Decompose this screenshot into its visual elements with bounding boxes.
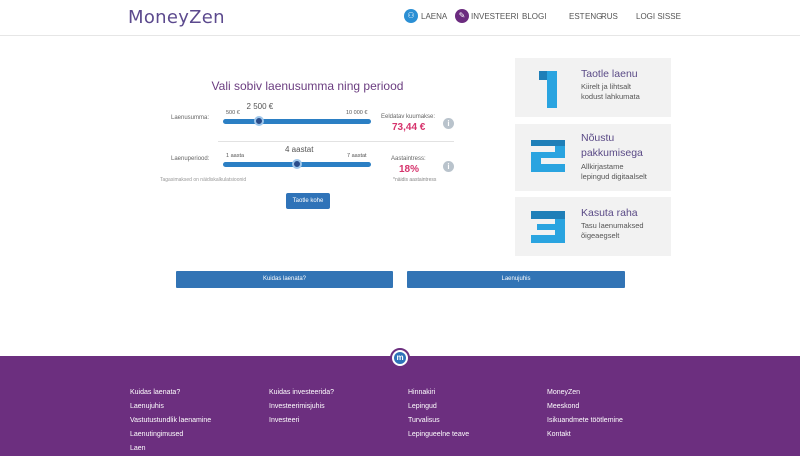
apply-button[interactable]: Taotle kohe bbox=[286, 193, 330, 209]
footer bbox=[0, 356, 800, 456]
period-max: 7 aastat bbox=[347, 153, 367, 159]
footer-link-col4-3[interactable]: Kontakt bbox=[547, 431, 571, 438]
amount-min: 500 € bbox=[226, 110, 240, 116]
chart-icon[interactable]: ✎ bbox=[455, 9, 469, 23]
footer-link-col4-2[interactable]: Isikuandmete töötlemine bbox=[547, 417, 623, 424]
number-1-icon bbox=[539, 71, 557, 108]
loan-guide-button[interactable]: Laenujuhis bbox=[407, 271, 625, 288]
step-2-title: Nõustu bbox=[581, 132, 615, 144]
footer-link-col3-2[interactable]: Turvalisus bbox=[408, 417, 440, 424]
footer-link-col3-0[interactable]: Hinnakiri bbox=[408, 389, 435, 396]
footer-link-col1-4[interactable]: Laen bbox=[130, 445, 146, 452]
step-card-1: Taotle laenu Kiirelt ja lihtsalt kodust … bbox=[515, 58, 671, 117]
calculator-title: Vali sobiv laenusumma ning periood bbox=[211, 79, 404, 93]
step-1-desc-2: kodust lahkumata bbox=[581, 92, 640, 101]
amount-max: 10 000 € bbox=[346, 110, 368, 116]
monthly-label: Eeldatav kuumakse: bbox=[381, 114, 436, 120]
monthly-value: 73,44 € bbox=[392, 122, 426, 133]
footer-link-col3-1[interactable]: Lepingud bbox=[408, 403, 437, 410]
footer-link-col4-1[interactable]: Meeskond bbox=[547, 403, 579, 410]
footer-link-col1-0[interactable]: Kuidas laenata? bbox=[130, 389, 180, 396]
amount-slider-handle[interactable] bbox=[253, 116, 264, 126]
step-3-title: Kasuta raha bbox=[581, 207, 638, 219]
moneyzen-logo-icon[interactable]: m bbox=[390, 348, 410, 368]
step-card-3: Kasuta raha Tasu laenumaksed õigeaegselt bbox=[515, 197, 671, 256]
period-label: Laenuperiood: bbox=[171, 156, 210, 162]
interest-label: Aastaintress: bbox=[391, 156, 426, 162]
period-value: 4 aastat bbox=[285, 145, 314, 154]
footer-link-col2-0[interactable]: Kuidas investeerida? bbox=[269, 389, 334, 396]
step-2-desc-1: Allkirjastame bbox=[581, 162, 624, 171]
amount-value: 2 500 € bbox=[246, 102, 274, 111]
logo[interactable]: MoneyZen bbox=[128, 7, 225, 28]
period-slider-handle[interactable] bbox=[292, 159, 302, 169]
repayment-note: Tagasimaksed on näidiskalkulatsioonid bbox=[160, 177, 247, 183]
period-min: 1 aasta bbox=[226, 153, 245, 159]
number-3-icon bbox=[531, 211, 565, 243]
interest-note: *näidis aastaintress bbox=[393, 177, 437, 183]
nav-laena[interactable]: LAENA bbox=[421, 12, 447, 21]
step-1-desc-1: Kiirelt ja lihtsalt bbox=[581, 82, 632, 91]
header: MoneyZen ⚇ LAENA ✎ INVESTEERI BLOGI EST … bbox=[0, 0, 800, 36]
step-2-title-2: pakkumisega bbox=[581, 147, 643, 159]
lang-est[interactable]: EST bbox=[569, 12, 585, 21]
how-to-borrow-button[interactable]: Kuidas laenata? bbox=[176, 271, 393, 288]
info-icon[interactable]: i bbox=[443, 118, 454, 129]
step-3-desc-1: Tasu laenumaksed bbox=[581, 221, 644, 230]
step-2-desc-2: lepingud digitaalselt bbox=[581, 172, 647, 181]
nav-blogi[interactable]: BLOGI bbox=[522, 12, 546, 21]
interest-value: 18% bbox=[399, 164, 420, 175]
row-divider bbox=[218, 141, 454, 142]
amount-label: Laenusumma: bbox=[171, 115, 210, 121]
lang-rus[interactable]: RUS bbox=[601, 12, 618, 21]
footer-link-col1-1[interactable]: Laenujuhis bbox=[130, 403, 164, 410]
footer-link-col4-0[interactable]: MoneyZen bbox=[547, 389, 580, 396]
number-2-icon bbox=[531, 140, 565, 172]
footer-link-col1-2[interactable]: Vastutustundlik laenamine bbox=[130, 417, 211, 424]
step-1-title: Taotle laenu bbox=[581, 68, 638, 80]
footer-link-col2-1[interactable]: Investeerimisjuhis bbox=[269, 403, 325, 410]
footer-link-col1-3[interactable]: Laenutingimused bbox=[130, 431, 183, 438]
nav-investeeri[interactable]: INVESTEERI bbox=[471, 12, 519, 21]
amount-slider-track[interactable] bbox=[223, 119, 371, 124]
step-card-2: Nõustu pakkumisega Allkirjastame lepingu… bbox=[515, 124, 671, 191]
users-icon[interactable]: ⚇ bbox=[404, 9, 418, 23]
footer-link-col3-3[interactable]: Lepingueelne teave bbox=[408, 431, 469, 438]
lang-eng[interactable]: ENG bbox=[585, 12, 602, 21]
login-link[interactable]: LOGI SISSE bbox=[636, 12, 681, 21]
info-icon[interactable]: i bbox=[443, 161, 454, 172]
step-3-desc-2: õigeaegselt bbox=[581, 231, 620, 240]
footer-link-col2-2[interactable]: Investeeri bbox=[269, 417, 299, 424]
